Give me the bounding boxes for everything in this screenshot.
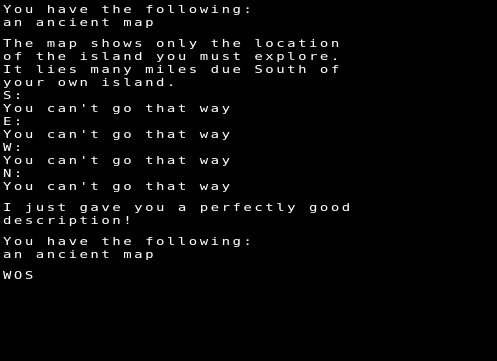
output-line: N: [3, 168, 25, 181]
output-line: an ancient map [3, 17, 157, 30]
output-line: You have the following: [3, 4, 255, 17]
output-line: of the island you must explore. [3, 51, 342, 64]
output-line: You can't go that way [3, 103, 233, 116]
game-screen[interactable]: You have the following: an ancient map The… [0, 0, 497, 361]
output-line: You can't go that way [3, 155, 233, 168]
output-line: description! [3, 215, 135, 228]
output-line: W: [3, 142, 25, 155]
output-line: You can't go that way [3, 181, 233, 194]
output-line: You have the following: [3, 236, 255, 249]
command-input[interactable]: WOS [3, 271, 353, 282]
output-line: I just gave you a perfectly good [3, 202, 353, 215]
output-line: your own island. [3, 77, 178, 90]
output-line: E: [3, 116, 25, 129]
output-line: S: [3, 90, 25, 103]
output-line: an ancient map [3, 249, 157, 262]
output-line: The map shows only the location [3, 38, 342, 51]
output-text: You have the following: an ancient map The… [3, 4, 353, 283]
output-line: It lies many miles due South of [3, 64, 342, 77]
output-line: You can't go that way [3, 129, 233, 142]
